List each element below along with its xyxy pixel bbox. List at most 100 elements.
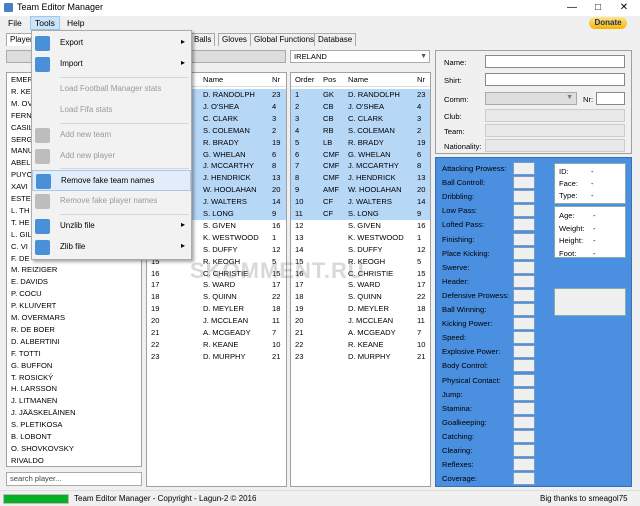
table-row[interactable]: 18 S. QUINN 22: [147, 291, 286, 303]
order-cell: 22: [151, 339, 160, 349]
list-item[interactable]: F. TOTTI: [7, 348, 141, 360]
table-row[interactable]: 8 CMF J. HENDRICK 13: [291, 172, 430, 185]
menu-item-label: Remove fake player names: [60, 196, 158, 205]
menu-item-import[interactable]: Import ▸: [32, 54, 191, 75]
attribute-value-input[interactable]: [513, 444, 535, 457]
attribute-value-input[interactable]: [513, 274, 535, 288]
table-row[interactable]: 4 RB S. COLEMAN 2: [291, 124, 430, 137]
donate-button[interactable]: Donate: [589, 17, 627, 29]
tab-balls[interactable]: Balls: [190, 33, 216, 46]
name-cell: J. O'SHEA: [203, 101, 240, 111]
table-row[interactable]: 10 CF J. WALTERS 14: [291, 196, 430, 209]
tab-database[interactable]: Database: [314, 33, 357, 46]
table-row[interactable]: 23 D. MURPHY 21: [147, 351, 286, 363]
attribute-value-input[interactable]: [513, 303, 535, 316]
attribute-value-input[interactable]: [513, 373, 535, 387]
attribute-value-input[interactable]: [513, 331, 535, 345]
attribute-value-input[interactable]: [513, 429, 535, 443]
menu-item-export[interactable]: Export ▸: [32, 33, 191, 54]
table-row[interactable]: 11 CF S. LONG 9: [291, 208, 430, 220]
attribute-value-input[interactable]: [513, 176, 535, 190]
attribute-value-input[interactable]: [513, 458, 535, 472]
list-item[interactable]: M. REIZIGER: [7, 264, 141, 276]
list-item[interactable]: P. KLUIVERT: [7, 300, 141, 312]
table-row[interactable]: 20 J. MCCLEAN 11: [291, 315, 430, 327]
list-item[interactable]: D. ALBERTINI: [7, 336, 141, 348]
list-item[interactable]: E. DAVIDS: [7, 276, 141, 288]
list-item[interactable]: R. DE BOER: [7, 324, 141, 336]
table-row[interactable]: 22 R. KEANE 10: [147, 339, 286, 351]
list-item[interactable]: RIVALDO: [7, 455, 141, 467]
table-row[interactable]: 20 J. MCCLEAN 11: [147, 315, 286, 327]
minimize-button[interactable]: —: [560, 0, 584, 16]
attribute-value-input[interactable]: [513, 345, 535, 359]
info-value: -: [593, 236, 596, 245]
tab-global-functions[interactable]: Global Functions: [250, 33, 319, 46]
attribute-value-input[interactable]: [513, 472, 535, 486]
team-right-combo[interactable]: IRELAND ▼: [290, 50, 430, 63]
table-row[interactable]: 12 S. GIVEN 16: [291, 220, 430, 232]
table-row[interactable]: 22 R. KEANE 10: [291, 339, 430, 351]
list-item[interactable]: T. ROSICKÝ: [7, 372, 141, 384]
table-row[interactable]: 21 A. MCGEADY 7: [147, 327, 286, 339]
search-input[interactable]: search player...: [6, 472, 142, 486]
attribute-value-input[interactable]: [513, 415, 535, 429]
attribute-value-input[interactable]: [513, 162, 535, 175]
list-item[interactable]: B. LOBONT: [7, 431, 141, 443]
nr-cell: 14: [417, 197, 426, 207]
table-row[interactable]: 13 K. WESTWOOD 1: [291, 232, 430, 244]
table-row[interactable]: 19 D. MEYLER 18: [291, 303, 430, 315]
attribute-value-input[interactable]: [513, 218, 535, 232]
table-row[interactable]: 6 CMF G. WHELAN 6: [291, 148, 430, 161]
menu-file[interactable]: File: [4, 16, 26, 30]
attribute-value-input[interactable]: [513, 401, 535, 415]
list-item[interactable]: G. BUFFON: [7, 360, 141, 372]
table-row[interactable]: 21 A. MCGEADY 7: [291, 327, 430, 339]
table-row[interactable]: 23 D. MURPHY 21: [291, 351, 430, 363]
table-row[interactable]: 7 CMF J. MCCARTHY 8: [291, 160, 430, 173]
table-row[interactable]: 2 CB J. O'SHEA 4: [291, 100, 430, 113]
name-cell: A. MCGEADY: [348, 328, 396, 337]
id-info-box: ID: - Face: - Type: -: [554, 163, 626, 204]
menu-tools[interactable]: Tools: [30, 16, 60, 30]
comm-select[interactable]: ▼: [485, 92, 577, 105]
list-item[interactable]: M. OVERMARS: [7, 312, 141, 324]
table-row[interactable]: 19 D. MEYLER 18: [147, 303, 286, 315]
attribute-value-input[interactable]: [513, 246, 535, 260]
table-row[interactable]: 3 CB C. CLARK 3: [291, 112, 430, 125]
menu-item-remove-fake-team-names[interactable]: Remove fake team names: [32, 170, 191, 191]
list-item[interactable]: H. LARSSON: [7, 383, 141, 395]
attribute-value-input[interactable]: [513, 387, 535, 401]
attribute-value-input[interactable]: [513, 288, 535, 302]
table-row[interactable]: 9 AMF W. HOOLAHAN 20: [291, 184, 430, 197]
menu-item-unzlib-file[interactable]: Unzlib file ▸: [32, 216, 191, 237]
list-item[interactable]: J. LITMANEN: [7, 395, 141, 407]
list-item[interactable]: J. JÄÄSKELÄINEN: [7, 407, 141, 419]
attribute-value-input[interactable]: [513, 359, 535, 373]
list-item[interactable]: S. PLETIKOSA: [7, 419, 141, 431]
menu-help[interactable]: Help: [63, 16, 88, 30]
maximize-button[interactable]: □: [586, 0, 610, 16]
name-input[interactable]: [485, 55, 625, 68]
shirt-input[interactable]: [485, 73, 625, 86]
col-order-header: Order: [295, 75, 315, 84]
attribute-value-input[interactable]: [513, 204, 535, 218]
close-button[interactable]: ✕: [612, 0, 636, 16]
tab-gloves[interactable]: Gloves: [218, 33, 251, 46]
attribute-value-input[interactable]: [513, 260, 535, 274]
attribute-value-input[interactable]: [513, 190, 535, 204]
table-row[interactable]: 18 S. QUINN 22: [291, 291, 430, 303]
table-row[interactable]: 5 LB R. BRADY 19: [291, 136, 430, 149]
attribute-label: Low Pass:: [442, 206, 478, 216]
list-item[interactable]: P. COCU: [7, 288, 141, 300]
menu-item-zlib-file[interactable]: Zlib file ▸: [32, 237, 191, 258]
attribute-value-input[interactable]: [513, 232, 535, 246]
nr-input[interactable]: [596, 92, 625, 105]
comm-label: Comm:: [444, 95, 469, 104]
attribute-value-input[interactable]: [513, 317, 535, 331]
order-cell: 6: [295, 149, 300, 159]
table-row[interactable]: 14 S. DUFFY 12: [291, 244, 430, 256]
list-item[interactable]: O. SHOVKOVSKY: [7, 443, 141, 455]
name-cell: W. HOOLAHAN: [348, 185, 402, 195]
table-row[interactable]: 1 GK D. RANDOLPH 23: [291, 89, 430, 101]
